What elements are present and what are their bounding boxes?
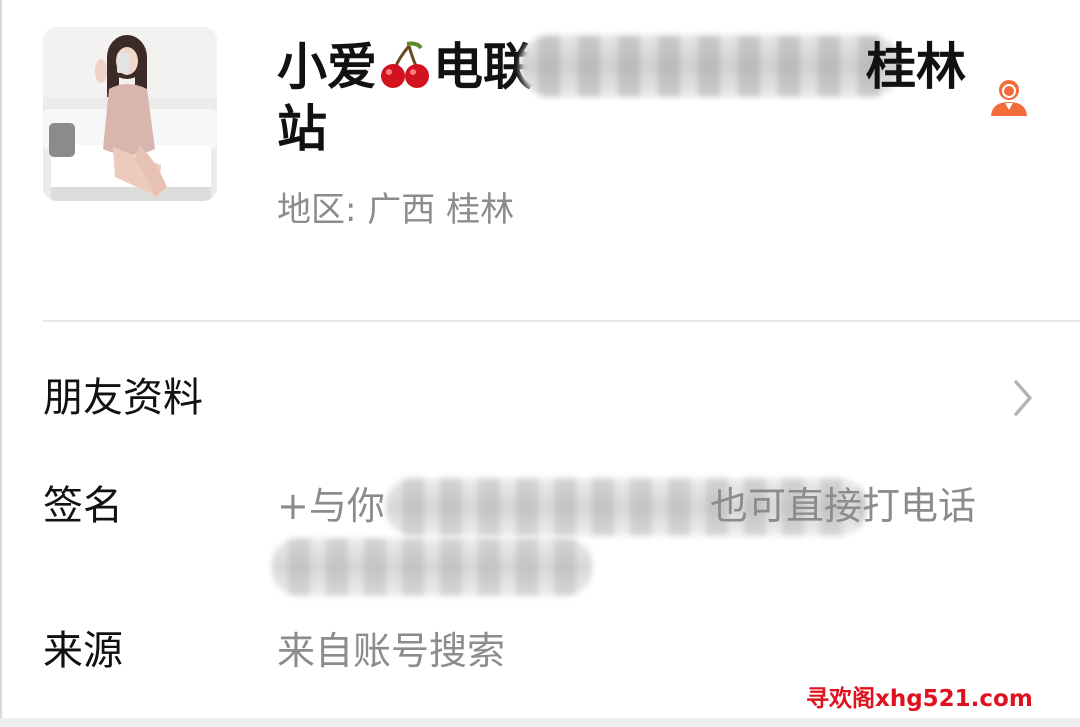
name-line2: 站 xyxy=(277,100,327,158)
source-value: 来自账号搜索 xyxy=(277,629,506,673)
name-mid: 电联 xyxy=(433,38,533,96)
person-icon[interactable] xyxy=(988,76,1030,118)
signature-prefix: +与你 xyxy=(277,484,385,528)
signature-tail: 也可直接打电话 xyxy=(710,484,977,528)
signature-label: 签名 xyxy=(43,483,123,529)
redacted-phone-blur xyxy=(520,35,900,97)
profile-photo-icon xyxy=(43,27,217,201)
friend-info-label[interactable]: 朋友资料 xyxy=(43,373,203,423)
section-divider xyxy=(43,320,1080,322)
watermark-text: 寻欢阁xhg521.com xyxy=(806,686,1033,712)
avatar[interactable] xyxy=(43,27,217,201)
contact-profile-page: 小爱 电联 站 桂林 地区: 广西 桂林 朋友资料 签名 +与你 也可直接打电话… xyxy=(0,0,1080,727)
source-label: 来源 xyxy=(43,628,123,674)
chevron-right-icon[interactable] xyxy=(1008,378,1038,418)
name-suffix: 桂林 xyxy=(866,38,966,96)
name-prefix: 小爱 xyxy=(277,38,377,96)
region-text: 地区: 广西 桂林 xyxy=(277,190,515,230)
cherry-icon xyxy=(381,41,429,88)
window-edge xyxy=(0,0,2,727)
redacted-signature-blur-2 xyxy=(272,538,592,596)
bottom-separator xyxy=(0,718,1080,727)
